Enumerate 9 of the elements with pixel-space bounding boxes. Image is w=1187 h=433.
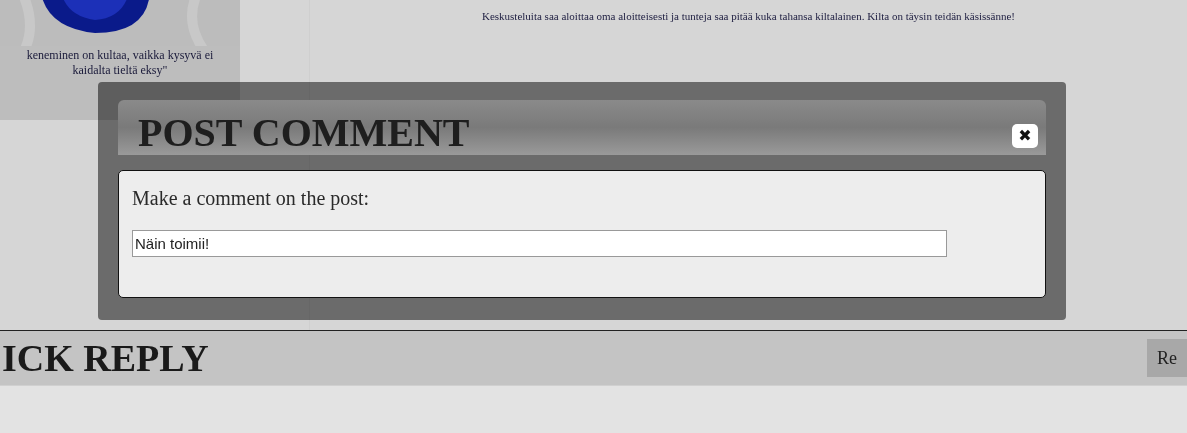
close-button[interactable]: ✖ bbox=[1012, 123, 1038, 148]
comment-label: Make a comment on the post: bbox=[132, 186, 371, 212]
dialog-title: POST COMMENT bbox=[138, 112, 470, 153]
reply-button[interactable]: Re bbox=[1147, 339, 1187, 377]
quote-text: kaidalta tieltä eksy" bbox=[72, 63, 168, 78]
intro-text: Keskusteluita saa aloittaa oma aloitteisesti ja tunteja saa pitää kuka tahansa kiltalainen. Kilta on täysin teidän käsissänne! bbox=[482, 9, 1015, 24]
section-title: ICK REPLY bbox=[1, 335, 209, 381]
comment-field[interactable]: Näin toimii! bbox=[132, 230, 947, 257]
quote-text: keneminen on kultaa, vaikka kysyvä ei bbox=[26, 48, 214, 63]
